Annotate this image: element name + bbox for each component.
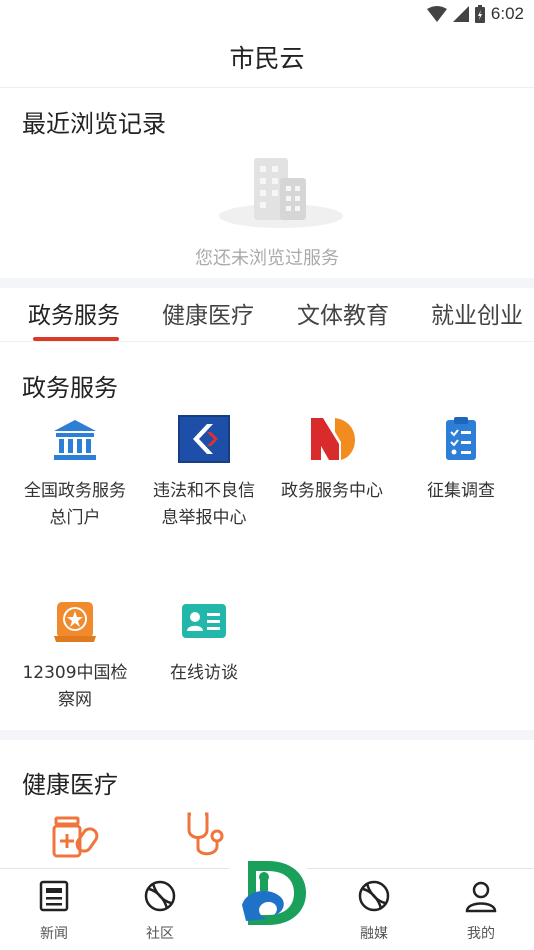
nav-home-logo[interactable] <box>222 847 314 943</box>
service-item[interactable]: 征集调查 <box>401 414 521 505</box>
media-icon <box>358 880 390 912</box>
section-divider <box>0 730 534 740</box>
status-indicators: 6:02 <box>426 4 524 24</box>
tab-health-medical[interactable]: 健康医疗 <box>162 296 254 330</box>
nav-news[interactable]: 新闻 <box>14 879 94 943</box>
section-title-government: 政务服务 <box>22 374 118 402</box>
app-logo-icon <box>242 861 306 925</box>
service-center-logo-icon <box>311 418 355 460</box>
tab-culture-education[interactable]: 文体教育 <box>297 296 389 330</box>
nav-profile[interactable]: 我的 <box>441 879 521 943</box>
recent-history-title: 最近浏览记录 <box>22 110 166 138</box>
medicine-bottle-icon <box>52 816 99 858</box>
service-label: 在线访谈 <box>170 663 238 683</box>
page-title: 市民云 <box>229 44 305 73</box>
service-item[interactable]: 在线访谈 <box>144 596 264 687</box>
clipboard-survey-icon <box>446 417 476 460</box>
nav-label: 社区 <box>146 926 174 942</box>
service-item[interactable]: 违法和不良信息举报中心 <box>144 414 264 532</box>
service-item[interactable]: 12309中国检察网 <box>15 596 135 714</box>
bottom-navigation: 新闻 社区 融媒 我的 <box>0 847 534 950</box>
procuratorate-emblem-icon <box>54 602 96 642</box>
service-label: 12309中国检察网 <box>22 663 128 710</box>
service-label: 政务服务中心 <box>281 481 383 501</box>
service-item[interactable]: 政务服务中心 <box>272 414 392 505</box>
empty-buildings-illustration <box>219 158 343 228</box>
nav-community[interactable]: 社区 <box>120 879 200 943</box>
category-tabs: 政务服务 健康医疗 文体教育 就业创业 <box>0 288 534 342</box>
cellular-signal-icon <box>452 6 469 22</box>
nav-label: 融媒 <box>360 926 388 942</box>
nav-label: 新闻 <box>40 926 68 942</box>
profile-icon <box>465 881 497 913</box>
section-divider <box>0 278 534 288</box>
active-tab-indicator <box>33 337 119 341</box>
service-item[interactable] <box>15 810 135 860</box>
report-center-logo-icon <box>178 415 230 463</box>
status-bar: 6:02 <box>0 0 534 30</box>
nav-media[interactable]: 融媒 <box>334 879 414 943</box>
service-label: 违法和不良信息举报中心 <box>153 481 255 528</box>
service-item[interactable]: 全国政务服务总门户 <box>15 414 135 532</box>
news-icon <box>39 880 69 912</box>
wifi-icon <box>426 6 447 22</box>
service-label: 征集调查 <box>427 481 495 501</box>
section-title-health: 健康医疗 <box>22 771 118 799</box>
nav-label: 我的 <box>467 926 495 942</box>
service-label: 全国政务服务总门户 <box>24 481 126 528</box>
empty-history-message: 您还未浏览过服务 <box>195 248 339 269</box>
tab-government-services[interactable]: 政务服务 <box>28 296 120 330</box>
community-icon <box>144 880 176 912</box>
id-card-interview-icon <box>182 604 226 638</box>
status-time: 6:02 <box>490 4 524 23</box>
tab-employment[interactable]: 就业创业 <box>431 296 523 330</box>
title-bar: 市民云 <box>0 30 534 88</box>
battery-icon <box>474 5 485 23</box>
government-building-icon <box>54 420 96 460</box>
